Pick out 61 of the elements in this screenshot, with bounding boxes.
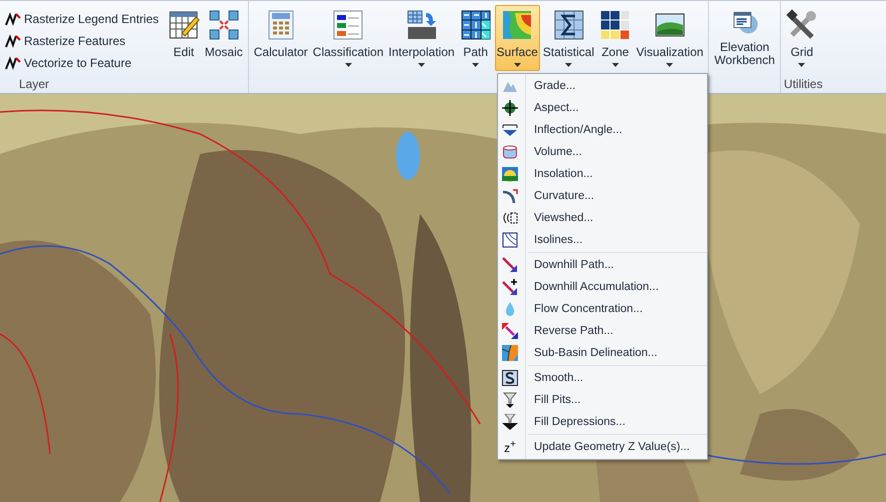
curve-icon bbox=[502, 188, 518, 204]
menu-item[interactable]: Volume... bbox=[498, 141, 707, 163]
legend-icon bbox=[332, 9, 364, 41]
menu-item[interactable]: Curvature... bbox=[498, 185, 707, 207]
mosaic-icon bbox=[208, 9, 240, 41]
ribbon-button[interactable]: Classification bbox=[310, 5, 386, 71]
elevation-map-icon bbox=[501, 9, 534, 41]
grid-pencil-icon bbox=[168, 9, 200, 41]
sunrise-icon bbox=[502, 166, 518, 182]
menu-item[interactable]: Fill Depressions... bbox=[498, 411, 707, 433]
ribbon-small-button[interactable]: Vectorize to Feature bbox=[3, 54, 161, 72]
menu-item[interactable]: Flow Concentration... bbox=[498, 298, 707, 320]
s-box-icon bbox=[502, 370, 518, 386]
raster-lines-icon bbox=[5, 12, 21, 26]
menu-item[interactable]: Smooth... bbox=[498, 367, 707, 389]
basin-map-icon bbox=[502, 345, 518, 361]
menu-item[interactable]: Downhill Path... bbox=[498, 254, 707, 276]
funnel-icon bbox=[502, 414, 518, 430]
menu-item[interactable]: Reverse Path... bbox=[498, 320, 707, 342]
tools-icon bbox=[786, 9, 818, 41]
diagonal-arrow-plus-icon bbox=[502, 279, 518, 295]
sigma-icon bbox=[552, 9, 585, 41]
ribbon-button[interactable]: Zone bbox=[597, 5, 634, 71]
cylinder-icon bbox=[502, 144, 518, 160]
menu-item[interactable]: Isolines... bbox=[498, 229, 707, 251]
ribbon-button[interactable]: Statistical bbox=[540, 5, 596, 71]
menu-item[interactable]: Sub-Basin Delineation... bbox=[498, 342, 707, 364]
funnel-icon bbox=[502, 392, 518, 408]
group-label: Layer bbox=[18, 77, 50, 93]
ribbon-button[interactable]: Path bbox=[458, 5, 494, 71]
crosshair-icon bbox=[502, 100, 518, 116]
ribbon-button[interactable]: Surface bbox=[494, 5, 540, 71]
ribbon-button[interactable]: Edit bbox=[166, 5, 202, 71]
double-arrow-icon bbox=[502, 323, 518, 339]
raster-lines-icon bbox=[5, 56, 21, 70]
menu-item[interactable]: Inflection/Angle... bbox=[498, 119, 707, 141]
menu-item[interactable]: z$^{+}$ Update Geometry Z Value(s)... bbox=[498, 436, 707, 458]
ribbon-small-button[interactable]: Rasterize Features bbox=[3, 32, 161, 50]
menu-item[interactable]: Downhill Accumulation... bbox=[498, 276, 707, 298]
menu-item[interactable]: Grade... bbox=[498, 75, 707, 97]
menu-item[interactable]: Aspect... bbox=[498, 97, 707, 119]
angle-icon bbox=[502, 122, 518, 138]
grid-arrow-icon bbox=[406, 9, 438, 41]
ribbon-button[interactable]: Calculator bbox=[252, 5, 310, 71]
menu-item[interactable]: Insolation... bbox=[498, 163, 707, 185]
ribbon-button[interactable]: Mosaic bbox=[202, 5, 245, 71]
group-label: Utilities bbox=[784, 77, 823, 93]
z-plus-icon: z$^{+}$ bbox=[504, 439, 516, 455]
viewshed-icon bbox=[502, 210, 518, 226]
menu-item[interactable]: Viewshed... bbox=[498, 207, 707, 229]
ribbon-button[interactable]: Grid bbox=[784, 5, 820, 71]
flow-direction-icon bbox=[460, 9, 492, 41]
raster-lines-icon bbox=[5, 34, 21, 48]
ribbon-small-button[interactable]: Rasterize Legend Entries bbox=[3, 10, 161, 28]
ribbon-button[interactable]: Elevation Workbench bbox=[712, 5, 777, 71]
diagonal-arrow-icon bbox=[502, 257, 518, 273]
menu-item[interactable]: Fill Pits... bbox=[498, 389, 707, 411]
contour-icon bbox=[502, 232, 518, 248]
ribbon-button[interactable]: Visualization bbox=[634, 5, 706, 71]
zone-grid-icon bbox=[599, 9, 632, 41]
ribbon-button[interactable]: Interpolation bbox=[386, 5, 457, 71]
